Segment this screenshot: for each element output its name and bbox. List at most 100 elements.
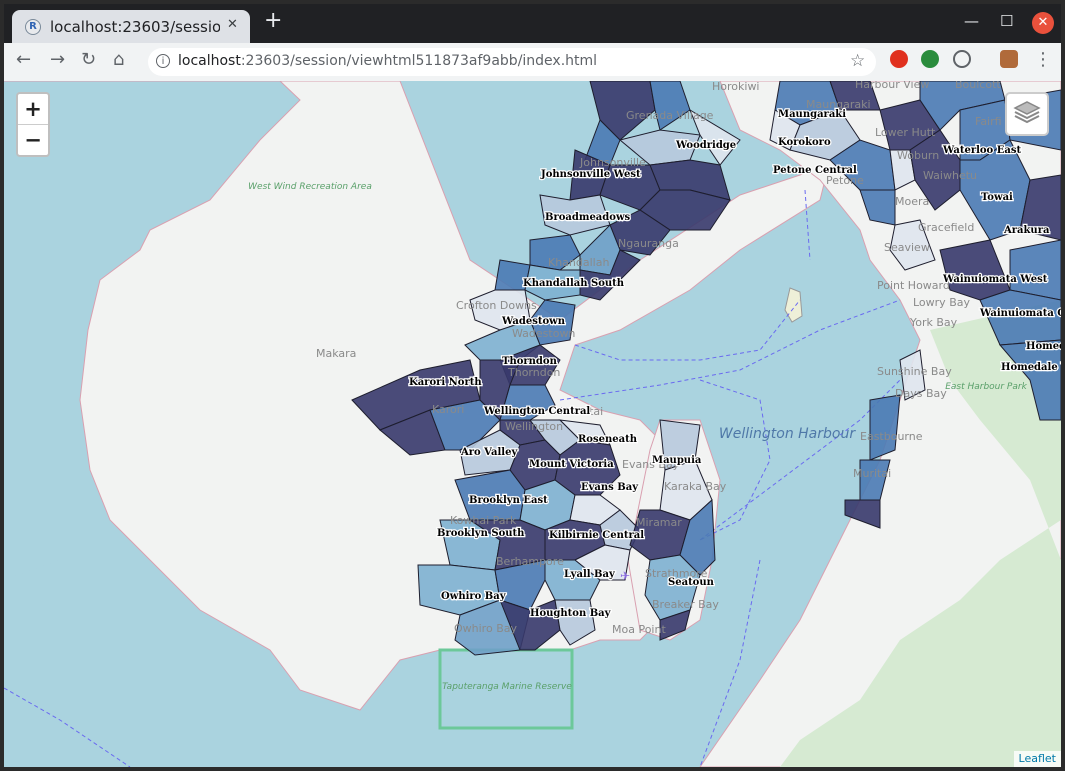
back-arrow-icon[interactable]: ← [16, 49, 31, 70]
suburb-label: Homed [1026, 341, 1061, 352]
suburb-label: Wellington Central [483, 406, 590, 417]
suburb-label: Kilbirnie Central [549, 530, 644, 541]
zoom-out-button[interactable]: − [18, 125, 48, 155]
place-label: Miramar [636, 516, 682, 529]
place-label: Point Howard [877, 279, 950, 292]
place-label: Gracefield [918, 221, 974, 234]
adblock-extension-icon[interactable] [890, 50, 908, 68]
zoom-control: + − [16, 92, 50, 157]
place-label: Woburn [897, 149, 939, 162]
suburb-label: Wainuiomata Central [979, 308, 1061, 319]
place-label: Grenada Village [626, 109, 714, 122]
place-label: Karori [432, 403, 464, 416]
place-label: Thorndon [507, 366, 560, 379]
place-label: Ngauranga [618, 237, 679, 250]
suburb-label: Seatoun [668, 577, 715, 588]
place-label: Boulcott [955, 81, 1001, 91]
suburb-label: Lyall Bay [564, 569, 616, 580]
suburb-label: Arakura [1003, 225, 1050, 236]
browser-toolbar: ← → ↻ ⌂ i localhost:23603/session/viewht… [4, 43, 1061, 82]
place-label: Sunshine Bay [877, 365, 952, 378]
suburb-label: Korokoro [778, 137, 831, 148]
place-label: Breaker Bay [652, 598, 719, 611]
suburb-label: Thorndon [502, 356, 558, 367]
place-label: Kowhai Park [450, 514, 517, 527]
suburb-label: Towai [981, 192, 1013, 203]
suburb-label: Brooklyn South [437, 528, 525, 539]
url-text: localhost:23603/session/viewhtml511873af… [178, 53, 598, 69]
maximize-icon[interactable]: ☐ [1000, 12, 1013, 30]
place-label: Lowry Bay [913, 296, 970, 309]
map-attribution: Leaflet [1013, 751, 1061, 767]
r-favicon-icon: R [25, 19, 41, 35]
place-label: Owhiro Bay [454, 622, 517, 635]
park-label: East Harbour Park [945, 382, 1027, 392]
browser-window: R localhost:23603/session/v ✕ + — ☐ ✕ ← … [4, 4, 1061, 767]
place-label: Wadestown [512, 327, 575, 340]
place-label: Makara [316, 347, 356, 360]
suburb-label: Owhiro Bay [441, 591, 507, 602]
park-label: West Wind Recreation Area [248, 182, 372, 192]
zoom-in-button[interactable]: + [18, 94, 48, 124]
place-label: Horokiwi [712, 81, 760, 93]
address-bar[interactable]: i localhost:23603/session/viewhtml511873… [148, 48, 876, 76]
park-label: Taputeranga Marine Reserve [442, 682, 572, 692]
suburb-label: Maupuia [652, 455, 702, 466]
profile-avatar[interactable] [1000, 50, 1018, 68]
suburb-label: Homedale W [1001, 362, 1061, 373]
minimize-icon[interactable]: — [964, 12, 979, 30]
window-close-icon[interactable]: ✕ [1032, 12, 1054, 34]
map-canvas: West Wind Recreation Area Taputeranga Ma… [4, 81, 1061, 767]
suburb-label: Wainuiomata West [942, 274, 1048, 285]
place-label: Waiwhetu [923, 169, 977, 182]
suburb-label: Khandallah South [523, 278, 625, 289]
place-label: Fairfi [975, 115, 1002, 128]
suburb-label: Johnsonville West [540, 169, 641, 180]
place-label: Harbour View [855, 81, 929, 91]
place-label: Khandallah [548, 256, 609, 269]
suburb-label: Houghton Bay [530, 608, 612, 619]
info-icon[interactable]: i [156, 54, 170, 68]
place-label: Days Bay [895, 387, 947, 400]
tab-title: localhost:23603/session/v [50, 18, 220, 36]
reload-icon[interactable]: ↻ [81, 49, 96, 70]
layers-icon [1013, 101, 1041, 124]
suburb-label: Waterloo East [942, 145, 1021, 156]
place-label: Eastbourne [860, 430, 923, 443]
leaflet-link[interactable]: Leaflet [1019, 752, 1056, 765]
extension-icon[interactable] [953, 50, 971, 68]
place-label: Moera [895, 195, 929, 208]
place-label: Crofton Downs [456, 299, 537, 312]
place-label: Moa Point [612, 623, 666, 636]
suburb-label: Broadmeadows [545, 212, 631, 223]
leaflet-map[interactable]: West Wind Recreation Area Taputeranga Ma… [4, 81, 1061, 767]
suburb-label: Petone Central [773, 165, 857, 176]
suburb-label: Woodridge [675, 140, 736, 151]
suburb-label: Karori North [409, 377, 482, 388]
browser-tab[interactable]: R localhost:23603/session/v ✕ [12, 10, 250, 43]
tab-bar: R localhost:23603/session/v ✕ + — ☐ ✕ [4, 4, 1061, 43]
globe-extension-icon[interactable] [921, 50, 939, 68]
suburb-label: Wadestown [501, 316, 566, 327]
suburb-label: Aro Valley [460, 447, 518, 458]
place-label: Berhampore [496, 555, 564, 568]
place-label: Karaka Bay [664, 480, 727, 493]
suburb-label: Brooklyn East [469, 495, 548, 506]
suburb-label: Evans Bay [581, 482, 639, 493]
place-label: Johnsonville [579, 156, 646, 169]
forward-arrow-icon[interactable]: → [50, 49, 65, 70]
place-label: Wellington [505, 420, 563, 433]
tab-close-icon[interactable]: ✕ [227, 17, 238, 32]
bookmark-star-icon[interactable]: ☆ [850, 51, 865, 71]
home-icon[interactable]: ⌂ [113, 49, 124, 70]
new-tab-button[interactable]: + [264, 8, 282, 33]
layers-control-button[interactable] [1005, 92, 1049, 136]
place-label: Muritai [853, 467, 891, 480]
browser-menu-icon[interactable]: ⋮ [1034, 49, 1052, 70]
water-label: Wellington Harbour [719, 426, 856, 442]
suburb-label: Mount Victoria [529, 459, 614, 470]
place-label: Seaview [884, 241, 930, 254]
suburb-label: Roseneath [578, 434, 638, 445]
place-label: York Bay [909, 316, 958, 329]
place-label: Lower Hutt [875, 126, 936, 139]
